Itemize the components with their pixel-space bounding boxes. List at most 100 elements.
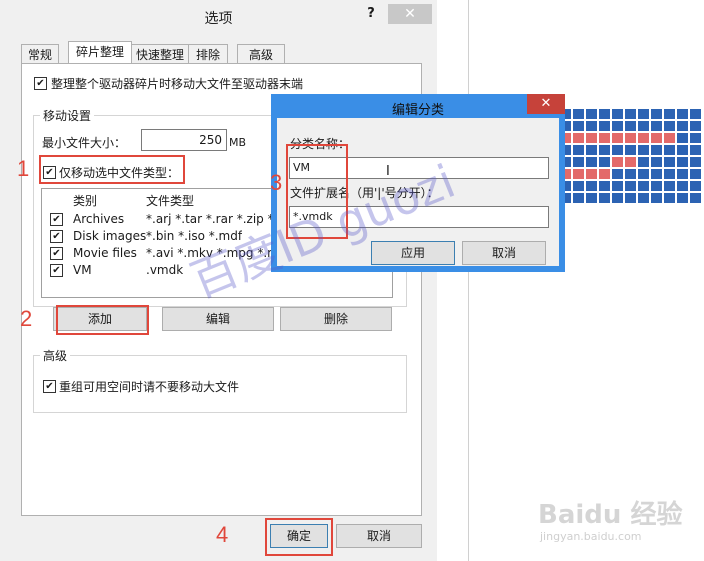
disk-cluster — [625, 133, 636, 143]
disk-cluster — [599, 133, 610, 143]
disk-cluster — [599, 181, 610, 191]
edit-category-title: 编辑分类 — [391, 103, 444, 118]
disk-cluster — [599, 121, 610, 131]
disk-cluster — [664, 181, 675, 191]
disk-cluster — [625, 121, 636, 131]
disk-cluster — [586, 121, 597, 131]
disk-cluster — [664, 169, 675, 179]
move-large-to-end-checkbox[interactable]: ✔ — [34, 77, 47, 90]
disk-cluster — [677, 133, 688, 143]
column-header-file-types[interactable]: 文件类型 — [146, 192, 194, 209]
disk-cluster — [690, 193, 701, 203]
tab-exclude[interactable]: 排除 — [188, 44, 228, 65]
disk-cluster — [586, 109, 597, 119]
disk-cluster — [651, 121, 662, 131]
annotation-number-3: 3 — [270, 170, 283, 195]
edit-close-button[interactable]: ✕ — [527, 94, 565, 114]
disk-cluster — [664, 193, 675, 203]
annotation-number-2: 2 — [20, 306, 33, 331]
disk-cluster — [612, 133, 623, 143]
disk-cluster — [638, 133, 649, 143]
column-header-category[interactable]: 类别 — [73, 192, 97, 209]
tab-advanced[interactable]: 高级 — [237, 44, 285, 65]
disk-cluster — [690, 181, 701, 191]
disk-cluster — [664, 109, 675, 119]
disk-cluster — [599, 169, 610, 179]
advanced-title: 高级 — [40, 347, 71, 364]
disk-cluster — [612, 181, 623, 191]
disk-cluster — [651, 145, 662, 155]
help-button[interactable]: ? — [360, 4, 382, 24]
no-move-large-checkbox[interactable]: ✔ — [43, 380, 56, 393]
min-size-unit: MB — [229, 136, 247, 149]
disk-cluster — [573, 181, 584, 191]
edit-cancel-button[interactable]: 取消 — [462, 241, 546, 265]
background-window-frame — [468, 0, 704, 561]
disk-cluster — [586, 145, 597, 155]
disk-cluster — [677, 121, 688, 131]
row-category: Disk images — [73, 229, 147, 243]
disk-cluster — [651, 133, 662, 143]
disk-cluster — [677, 169, 688, 179]
disk-cluster — [612, 193, 623, 203]
annotation-box-1 — [39, 155, 185, 184]
disk-cluster — [664, 133, 675, 143]
row-checkbox[interactable]: ✔ — [50, 264, 63, 277]
annotation-box-2 — [56, 305, 149, 335]
delete-button[interactable]: 删除 — [280, 307, 392, 331]
row-checkbox[interactable]: ✔ — [50, 213, 63, 226]
disk-cluster — [573, 169, 584, 179]
disk-cluster — [625, 109, 636, 119]
close-button[interactable]: ✕ — [388, 4, 432, 24]
apply-button[interactable]: 应用 — [371, 241, 455, 265]
disk-cluster — [586, 169, 597, 179]
disk-cluster — [612, 109, 623, 119]
tab-general[interactable]: 常规 — [21, 44, 59, 65]
cancel-button[interactable]: 取消 — [336, 524, 422, 548]
disk-cluster — [573, 109, 584, 119]
disk-cluster — [677, 193, 688, 203]
disk-cluster — [638, 193, 649, 203]
move-large-to-end-label: 整理整个驱动器碎片时移动大文件至驱动器末端 — [51, 77, 304, 91]
no-move-large-label: 重组可用空间时请不要移动大文件 — [59, 380, 240, 394]
row-checkbox[interactable]: ✔ — [50, 247, 63, 260]
annotation-number-1: 1 — [17, 156, 30, 181]
disk-cluster — [586, 133, 597, 143]
disk-cluster — [573, 133, 584, 143]
row-category: Archives — [73, 212, 125, 226]
disk-cluster — [638, 109, 649, 119]
disk-cluster — [638, 169, 649, 179]
disk-cluster — [677, 145, 688, 155]
disk-cluster — [625, 181, 636, 191]
disk-cluster — [638, 157, 649, 167]
disk-cluster — [651, 181, 662, 191]
annotation-number-4: 4 — [216, 522, 229, 547]
disk-cluster — [651, 169, 662, 179]
disk-cluster — [612, 145, 623, 155]
tab-defrag[interactable]: 碎片整理 — [68, 41, 132, 65]
disk-cluster — [625, 193, 636, 203]
disk-cluster — [599, 145, 610, 155]
min-size-input[interactable]: 250 — [141, 129, 227, 151]
tab-quick-defrag[interactable]: 快速整理 — [131, 44, 189, 65]
disk-cluster — [651, 193, 662, 203]
disk-cluster — [690, 121, 701, 131]
disk-cluster — [677, 157, 688, 167]
annotation-box-4 — [265, 518, 333, 556]
disk-cluster — [677, 109, 688, 119]
min-size-label: 最小文件大小： — [42, 136, 127, 150]
row-category: VM — [73, 263, 92, 277]
disk-cluster — [651, 109, 662, 119]
baidu-url: jingyan.baidu.com — [540, 530, 642, 543]
disk-cluster — [638, 181, 649, 191]
row-category: Movie files — [73, 246, 137, 260]
row-checkbox[interactable]: ✔ — [50, 230, 63, 243]
disk-cluster — [690, 109, 701, 119]
disk-cluster — [664, 145, 675, 155]
row-types: .vmdk — [146, 263, 184, 277]
disk-cluster — [677, 181, 688, 191]
edit-button[interactable]: 编辑 — [162, 307, 274, 331]
disk-cluster — [690, 157, 701, 167]
disk-cluster — [573, 121, 584, 131]
disk-cluster — [664, 121, 675, 131]
